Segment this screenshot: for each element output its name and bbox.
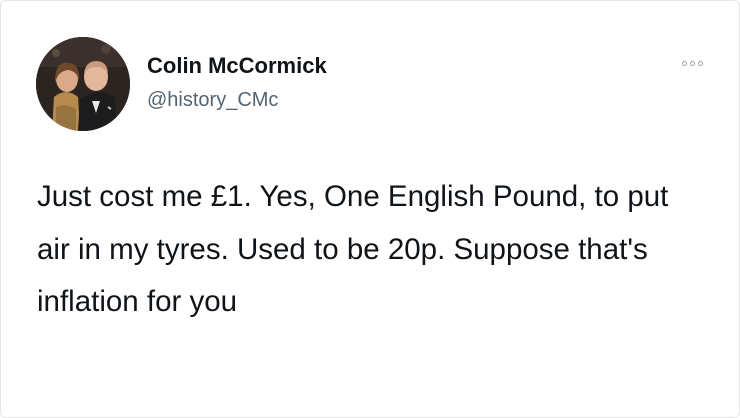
tweet-card: Colin McCormick @history_CMc Just cost m… (0, 0, 740, 418)
more-horizontal-icon-dot (689, 60, 695, 66)
author-handle[interactable]: @history_CMc (147, 87, 278, 113)
more-options-button[interactable] (677, 55, 707, 71)
tweet-text: Just cost me £1. Yes, One English Pound,… (37, 180, 669, 318)
avatar-photo (36, 37, 130, 131)
avatar[interactable] (36, 37, 130, 131)
more-horizontal-icon-dot (697, 60, 703, 66)
more-horizontal-icon (681, 60, 687, 66)
author-display-name[interactable]: Colin McCormick (147, 52, 327, 80)
